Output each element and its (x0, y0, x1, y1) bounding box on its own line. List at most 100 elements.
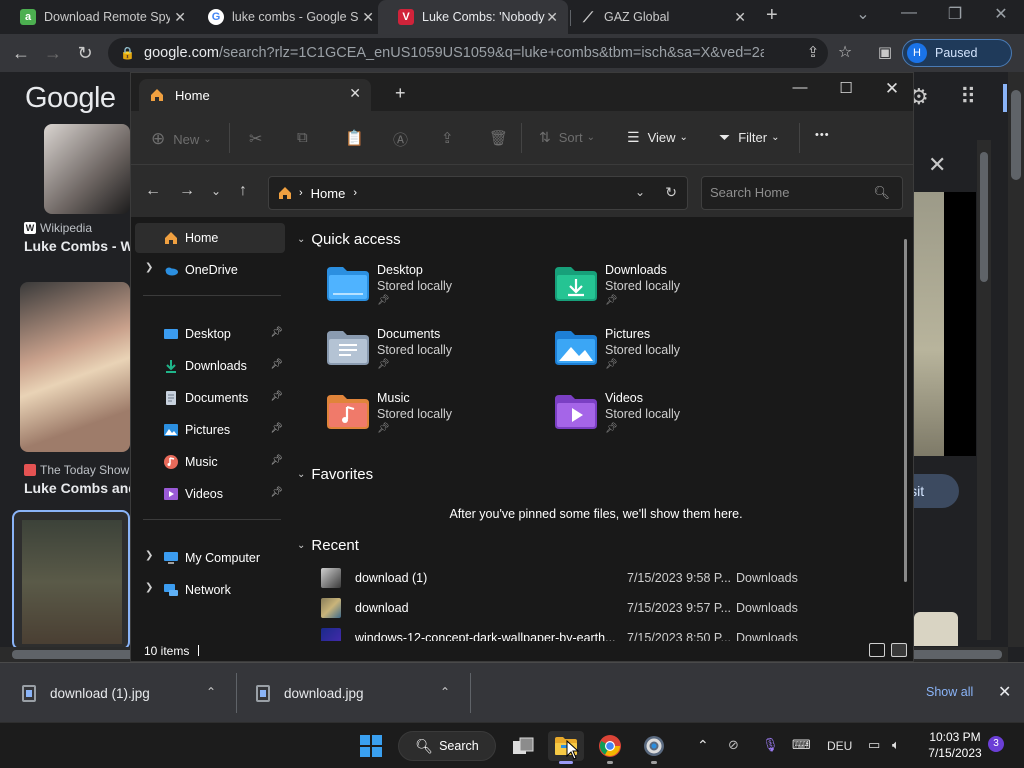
share-icon[interactable]: ⇪ (441, 129, 454, 147)
expand-chevron-icon[interactable]: ❯ (145, 550, 153, 561)
image-result-thumbnail[interactable] (44, 124, 130, 214)
task-view-button[interactable] (508, 731, 538, 761)
profile-button[interactable]: H Paused (902, 39, 1012, 67)
quick-access-pictures[interactable]: Pictures Stored locally 📌︎ (555, 327, 755, 383)
new-tab-button[interactable]: + (766, 4, 778, 27)
recent-file-row[interactable]: download 7/15/2023 9:57 P... Downloads (321, 595, 901, 623)
tab-search-chevron-icon[interactable]: ⌄ (840, 4, 886, 24)
close-preview-icon[interactable]: ✕ (928, 152, 946, 178)
expand-chevron-icon[interactable]: ❯ (145, 582, 153, 593)
address-history-chevron-icon[interactable]: ⌄ (635, 185, 645, 199)
chevron-up-icon[interactable]: ⌃ (697, 737, 709, 754)
browser-tab-remote-spy[interactable]: a Download Remote Spy ✕ (0, 0, 196, 34)
display-icon[interactable]: ▭ (868, 737, 880, 753)
quick-access-desktop[interactable]: Desktop Stored locally 📌︎ (327, 263, 527, 319)
filter-button[interactable]: ⏷ Filter ⌄ (719, 129, 779, 146)
close-window-button[interactable]: ✕ (869, 79, 915, 99)
new-tab-button[interactable]: + (395, 83, 406, 104)
up-arrow-icon[interactable]: ↑ (239, 182, 247, 200)
result-title[interactable]: Luke Combs - Wi (24, 238, 130, 254)
taskbar-chrome[interactable] (594, 731, 626, 764)
close-tab-icon[interactable]: ✕ (734, 9, 746, 26)
collapse-chevron-icon[interactable]: ⌄ (297, 234, 305, 245)
nav-item-documents[interactable]: Documents 📌︎ (135, 383, 285, 413)
more-options-button[interactable]: ••• (815, 129, 830, 141)
details-view-icon[interactable] (869, 643, 885, 657)
section-favorites[interactable]: ⌄ Favorites (297, 466, 373, 483)
browser-tab-google-search[interactable]: G luke combs - Google Sear ✕ (188, 0, 384, 34)
download-item[interactable]: download (1).jpg ⌃ (22, 663, 232, 723)
recent-file-row[interactable]: download (1) 7/15/2023 9:58 P... Downloa… (321, 565, 901, 593)
nav-item-downloads[interactable]: Downloads 📌︎ (135, 351, 285, 381)
keyboard-icon[interactable]: ⌨ (792, 737, 811, 753)
image-result-thumbnail[interactable] (20, 282, 130, 452)
minimize-button[interactable]: — (777, 79, 823, 96)
clock[interactable]: 10:03 PM 7/15/2023 (920, 729, 990, 761)
expand-chevron-icon[interactable]: ❯ (145, 262, 153, 273)
browser-tab-vogue[interactable]: V Luke Combs: 'Nobody ✕ (378, 0, 568, 34)
breadcrumb-home[interactable]: Home (311, 186, 346, 201)
content-scrollbar[interactable] (904, 239, 907, 582)
download-item[interactable]: download.jpg ⌃ (256, 663, 466, 723)
share-icon[interactable]: ⇪ (802, 42, 824, 64)
chevron-up-icon[interactable]: ⌃ (206, 685, 216, 699)
show-all-downloads-link[interactable]: Show all (926, 685, 973, 699)
quick-access-downloads[interactable]: Downloads Stored locally 📌︎ (555, 263, 755, 319)
quick-access-videos[interactable]: Videos Stored locally 📌︎ (555, 391, 755, 447)
refresh-icon[interactable]: ↻ (665, 184, 677, 201)
maximize-button[interactable]: ☐ (823, 79, 869, 97)
google-logo[interactable]: Google (25, 82, 116, 115)
recent-file-row[interactable]: windows-12-concept-dark-wallpaper-by-ear… (321, 625, 901, 641)
pin-icon[interactable]: 📌︎ (270, 455, 283, 466)
nav-item-my-computer[interactable]: ❯ My Computer (135, 543, 285, 573)
large-icons-view-icon[interactable] (891, 643, 907, 657)
close-downloads-icon[interactable]: ✕ (998, 682, 1011, 702)
collapse-chevron-icon[interactable]: ⌄ (297, 469, 305, 480)
address-bar[interactable]: 🔒 google.com/search?rlz=1C1GCEA_enUS1059… (108, 38, 828, 68)
selected-image-result[interactable] (12, 510, 130, 650)
nav-item-home[interactable]: Home (135, 223, 285, 253)
pin-icon[interactable]: 📌︎ (270, 327, 283, 338)
close-tab-icon[interactable]: ✕ (349, 85, 361, 102)
nav-item-music[interactable]: Music 📌︎ (135, 447, 285, 477)
apps-grid-icon[interactable]: ⠿ (960, 84, 976, 110)
cut-icon[interactable]: ✂ (249, 129, 262, 149)
network-disabled-icon[interactable]: ⊘ (728, 737, 739, 753)
reload-icon[interactable]: ↻ (74, 42, 96, 64)
nav-item-network[interactable]: ❯ Network (135, 575, 285, 605)
collapse-chevron-icon[interactable]: ⌄ (297, 540, 305, 551)
restore-button[interactable]: ❐ (932, 4, 978, 24)
explorer-tab-home[interactable]: Home ✕ (139, 79, 371, 111)
taskbar-search-button[interactable]: 🔍︎ Search (398, 731, 496, 761)
rename-icon[interactable]: Ⓐ (393, 129, 408, 150)
notification-badge[interactable]: 3 (988, 736, 1004, 752)
nav-item-desktop[interactable]: Desktop 📌︎ (135, 319, 285, 349)
related-image-thumbnail[interactable] (914, 612, 958, 646)
section-quick-access[interactable]: ⌄ Quick access (297, 231, 401, 248)
copy-icon[interactable]: ⧉ (297, 129, 308, 146)
back-arrow-icon[interactable]: ← (10, 42, 32, 64)
explorer-search-box[interactable]: 🔍︎ (701, 176, 903, 210)
sort-button[interactable]: ⇅ Sort ⌄ (539, 129, 595, 146)
recent-locations-chevron-icon[interactable]: ⌄ (211, 184, 221, 198)
language-indicator[interactable]: DEU (827, 739, 852, 753)
close-window-button[interactable]: ✕ (978, 4, 1024, 24)
minimize-button[interactable]: — (886, 4, 932, 22)
pin-icon[interactable]: 📌︎ (270, 423, 283, 434)
chevron-up-icon[interactable]: ⌃ (440, 685, 450, 699)
quick-access-music[interactable]: Music Stored locally 📌︎ (327, 391, 527, 447)
volume-icon[interactable]: 🔈︎ (892, 737, 900, 753)
side-panel-icon[interactable]: ▣ (874, 42, 896, 64)
delete-icon[interactable]: 🗑 (489, 129, 508, 147)
close-tab-icon[interactable]: ✕ (174, 9, 186, 26)
paste-icon[interactable]: 📋 (345, 129, 364, 147)
close-tab-icon[interactable]: ✕ (546, 9, 558, 26)
back-arrow-icon[interactable]: ← (145, 182, 161, 200)
pin-icon[interactable]: 📌︎ (270, 359, 283, 370)
taskbar-settings[interactable] (638, 731, 670, 764)
section-recent[interactable]: ⌄ Recent (297, 537, 359, 554)
preview-scrollbar[interactable] (977, 140, 991, 640)
forward-arrow-icon[interactable]: → (179, 182, 195, 200)
new-button[interactable]: ⊕ New ⌄ (151, 129, 212, 149)
search-input[interactable] (710, 185, 870, 200)
